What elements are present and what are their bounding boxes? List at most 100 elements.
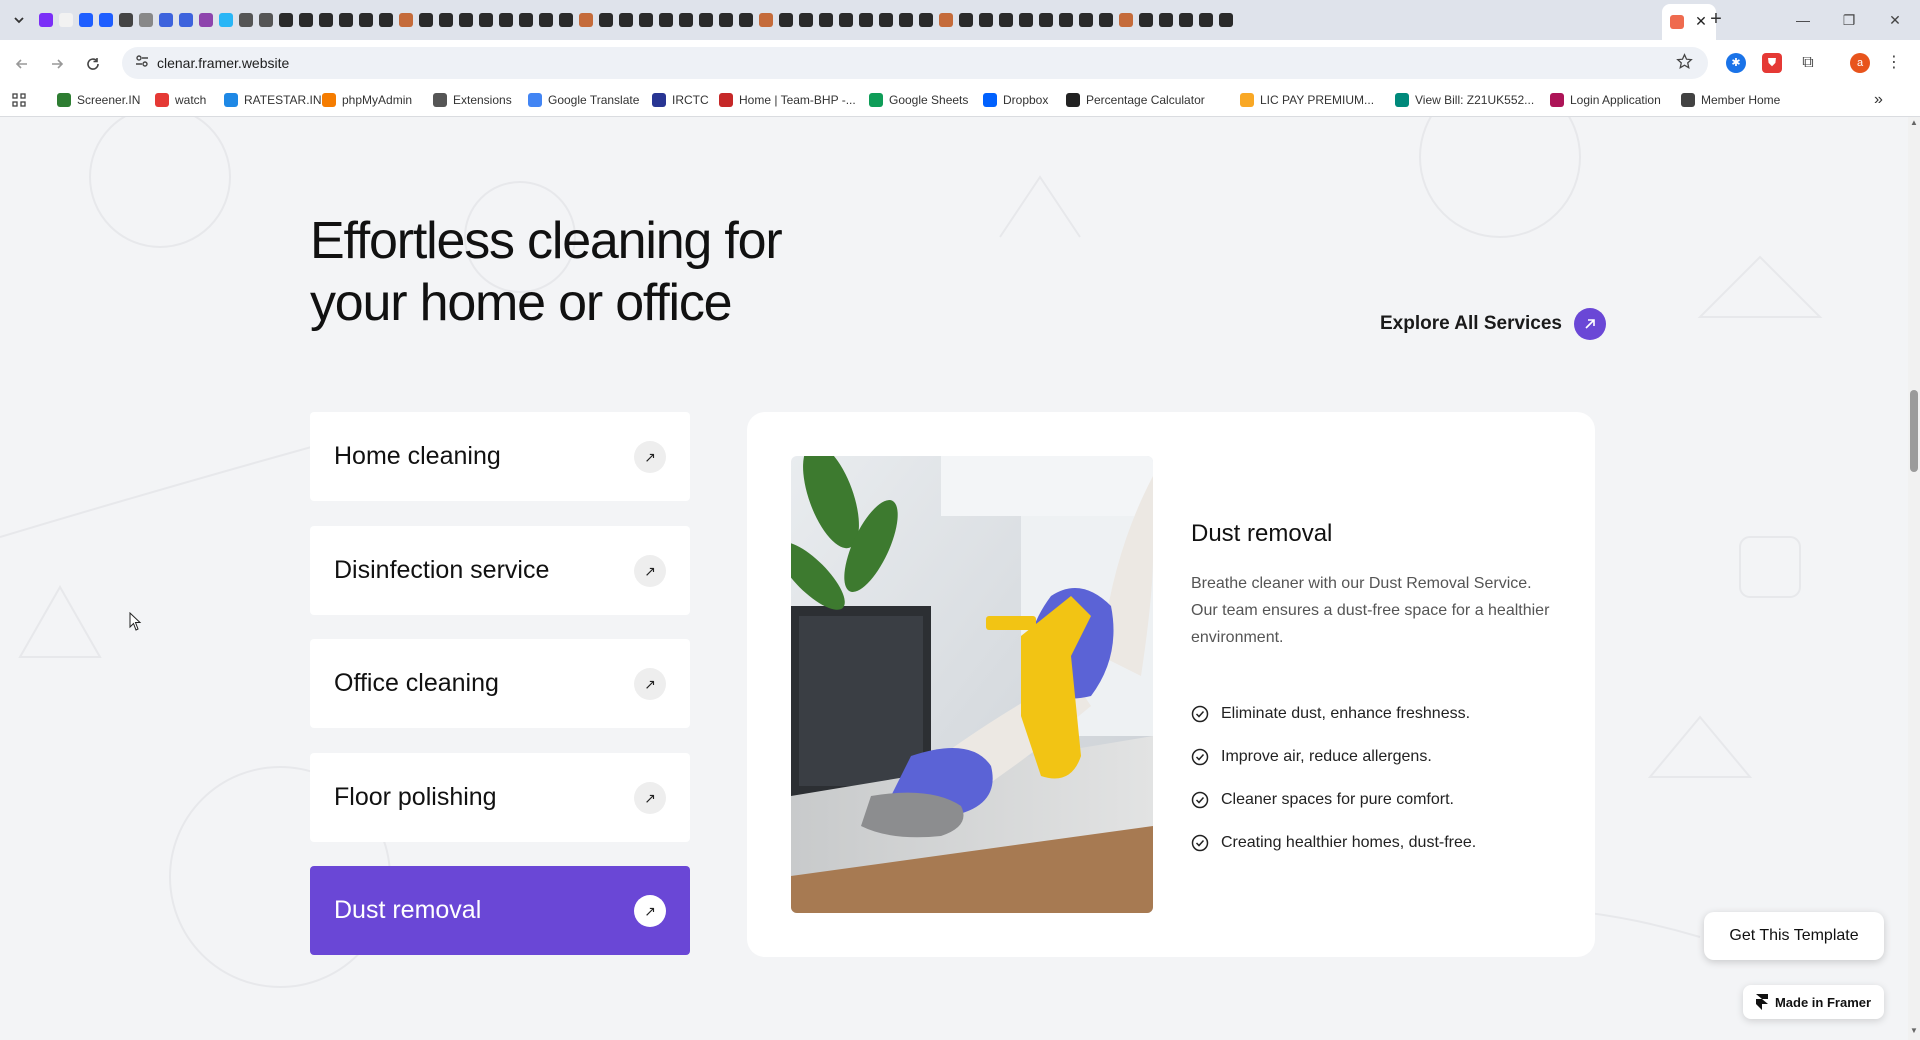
scroll-down-arrow[interactable]: ▼ (1908, 1026, 1920, 1038)
pinned-tab-favicon[interactable] (259, 13, 273, 27)
pinned-tab-favicon[interactable] (799, 13, 813, 27)
pinned-tab-favicon[interactable] (379, 13, 393, 27)
pinned-tab-favicon[interactable] (1159, 13, 1173, 27)
pinned-tab-favicon[interactable] (979, 13, 993, 27)
pinned-tab-favicon[interactable] (439, 13, 453, 27)
bookmark-item[interactable]: IRCTC (652, 91, 709, 109)
get-template-button[interactable]: Get This Template (1704, 912, 1884, 960)
forward-button[interactable] (45, 52, 69, 76)
pinned-tab-favicon[interactable] (539, 13, 553, 27)
pinned-tab-favicon[interactable] (599, 13, 613, 27)
pinned-tab-favicon[interactable] (1139, 13, 1153, 27)
pinned-tab-favicon[interactable] (859, 13, 873, 27)
pinned-tab-favicon[interactable] (219, 13, 233, 27)
pinned-tab-favicon[interactable] (999, 13, 1013, 27)
pinned-tab-favicon[interactable] (739, 13, 753, 27)
pinned-tab-favicon[interactable] (299, 13, 313, 27)
pinned-tab-favicon[interactable] (699, 13, 713, 27)
page-scrollbar[interactable] (1908, 117, 1920, 1040)
pinned-tab-favicon[interactable] (1179, 13, 1193, 27)
site-info-button[interactable] (133, 54, 151, 72)
pinned-tab-favicon[interactable] (239, 13, 253, 27)
pinned-tab-favicon[interactable] (1019, 13, 1033, 27)
pinned-tabs[interactable] (36, 11, 1656, 29)
scrollbar-thumb[interactable] (1910, 390, 1918, 472)
new-tab-button[interactable]: + (1704, 8, 1728, 32)
pinned-tab-favicon[interactable] (839, 13, 853, 27)
pinned-tab-favicon[interactable] (959, 13, 973, 27)
extension-2-button[interactable]: ⛊ (1762, 53, 1782, 73)
restore-button[interactable]: ❐ (1826, 6, 1872, 34)
bookmark-item[interactable]: Screener.IN (57, 91, 140, 109)
pinned-tab-favicon[interactable] (319, 13, 333, 27)
pinned-tab-favicon[interactable] (1059, 13, 1073, 27)
pinned-tab-favicon[interactable] (499, 13, 513, 27)
pinned-tab-favicon[interactable] (1199, 13, 1213, 27)
reload-button[interactable] (81, 52, 105, 76)
bookmark-item[interactable]: View Bill: Z21UK552... (1395, 91, 1534, 109)
bookmarks-overflow-button[interactable]: » (1874, 91, 1883, 109)
scroll-up-arrow[interactable]: ▲ (1908, 118, 1920, 130)
bookmark-item[interactable]: LIC PAY PREMIUM... (1240, 91, 1374, 109)
pinned-tab-favicon[interactable] (79, 13, 93, 27)
pinned-tab-favicon[interactable] (119, 13, 133, 27)
pinned-tab-favicon[interactable] (59, 13, 73, 27)
pinned-tab-favicon[interactable] (479, 13, 493, 27)
extensions-menu-button[interactable]: ⧉ (1798, 53, 1818, 73)
made-in-framer-badge[interactable]: Made in Framer (1743, 985, 1884, 1019)
service-item[interactable]: Dust removal ↗ (310, 866, 690, 955)
bookmark-item[interactable]: Extensions (433, 91, 512, 109)
pinned-tab-favicon[interactable] (659, 13, 673, 27)
pinned-tab-favicon[interactable] (1099, 13, 1113, 27)
bookmark-item[interactable]: Percentage Calculator (1066, 91, 1205, 109)
bookmark-item[interactable]: Member Home (1681, 91, 1780, 109)
pinned-tab-favicon[interactable] (99, 13, 113, 27)
pinned-tab-favicon[interactable] (879, 13, 893, 27)
pinned-tab-favicon[interactable] (279, 13, 293, 27)
pinned-tab-favicon[interactable] (459, 13, 473, 27)
profile-button[interactable]: a (1850, 53, 1870, 73)
explore-all-services-link[interactable]: Explore All Services (1380, 306, 1607, 342)
pinned-tab-favicon[interactable] (719, 13, 733, 27)
pinned-tab-favicon[interactable] (519, 13, 533, 27)
pinned-tab-favicon[interactable] (639, 13, 653, 27)
service-item[interactable]: Disinfection service ↗ (310, 525, 690, 615)
pinned-tab-favicon[interactable] (559, 13, 573, 27)
pinned-tab-favicon[interactable] (1219, 13, 1233, 27)
address-bar[interactable] (122, 47, 1708, 79)
pinned-tab-favicon[interactable] (619, 13, 633, 27)
bookmark-item[interactable]: watch (155, 91, 206, 109)
browser-menu-button[interactable]: ⋮ (1884, 53, 1904, 73)
pinned-tab-favicon[interactable] (179, 13, 193, 27)
pinned-tab-favicon[interactable] (339, 13, 353, 27)
pinned-tab-favicon[interactable] (779, 13, 793, 27)
pinned-tab-favicon[interactable] (939, 13, 953, 27)
pinned-tab-favicon[interactable] (359, 13, 373, 27)
extension-1-button[interactable]: ✱ (1726, 53, 1746, 73)
bookmark-item[interactable]: Login Application (1550, 91, 1661, 109)
minimize-button[interactable]: — (1780, 6, 1826, 34)
pinned-tab-favicon[interactable] (899, 13, 913, 27)
back-button[interactable] (10, 52, 34, 76)
bookmark-item[interactable]: Google Translate (528, 91, 639, 109)
tab-search-button[interactable] (8, 9, 30, 31)
bookmark-item[interactable]: Google Sheets (869, 91, 968, 109)
service-item[interactable]: Office cleaning ↗ (310, 639, 690, 728)
pinned-tab-favicon[interactable] (819, 13, 833, 27)
bookmark-star-button[interactable] (1674, 53, 1694, 73)
pinned-tab-favicon[interactable] (399, 13, 413, 27)
pinned-tab-favicon[interactable] (759, 13, 773, 27)
bookmark-item[interactable]: Home | Team-BHP -... (719, 91, 856, 109)
pinned-tab-favicon[interactable] (679, 13, 693, 27)
bookmark-item[interactable]: RATESTAR.IN (224, 91, 322, 109)
pinned-tab-favicon[interactable] (1039, 13, 1053, 27)
pinned-tab-favicon[interactable] (159, 13, 173, 27)
service-item[interactable]: Home cleaning ↗ (310, 412, 690, 501)
pinned-tab-favicon[interactable] (139, 13, 153, 27)
pinned-tab-favicon[interactable] (1119, 13, 1133, 27)
bookmark-item[interactable]: phpMyAdmin (322, 91, 412, 109)
pinned-tab-favicon[interactable] (1079, 13, 1093, 27)
pinned-tab-favicon[interactable] (919, 13, 933, 27)
pinned-tab-favicon[interactable] (419, 13, 433, 27)
apps-button[interactable] (12, 91, 26, 109)
